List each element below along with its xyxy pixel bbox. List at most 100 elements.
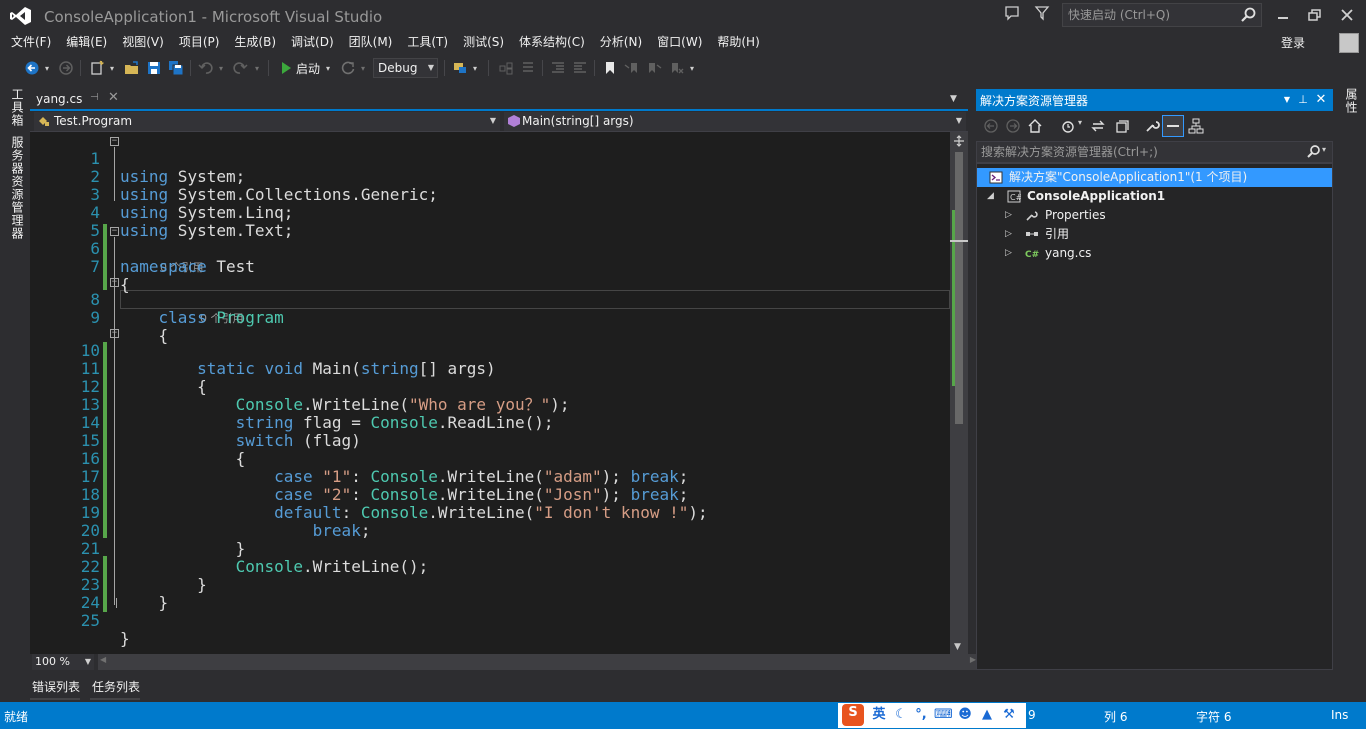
server-explorer-tab[interactable]: 服务器资源管理器: [9, 136, 26, 240]
code-editor[interactable]: − − − − 0 个引用 0 个引用 1 using System; 2 us…: [50, 132, 950, 654]
quick-launch[interactable]: [1062, 3, 1262, 27]
se-back-icon[interactable]: [984, 119, 998, 136]
search-options-icon[interactable]: ▾: [1322, 145, 1326, 154]
solution-explorer-search-input[interactable]: [977, 142, 1297, 162]
pending-changes-filter-icon[interactable]: [1060, 118, 1076, 137]
quick-launch-input[interactable]: [1063, 4, 1239, 26]
moon-icon[interactable]: ☾: [892, 706, 910, 724]
open-file-icon[interactable]: [122, 58, 142, 78]
expanded-arrow-icon[interactable]: ◢: [987, 187, 994, 206]
active-files-dropdown-icon[interactable]: ▼: [950, 94, 957, 104]
ime-settings-wrench-icon[interactable]: ⚒: [1000, 706, 1018, 724]
tree-item-properties[interactable]: ▷ Properties: [977, 206, 1332, 225]
menu-help[interactable]: 帮助(H): [710, 32, 767, 54]
properties-wrench-icon[interactable]: [1144, 118, 1160, 137]
restart-dropdown-icon[interactable]: ▾: [358, 58, 368, 78]
redo-dropdown-icon[interactable]: ▾: [252, 58, 262, 78]
menu-view[interactable]: 视图(V): [115, 32, 172, 54]
undo-icon[interactable]: [196, 58, 216, 78]
close-panel-icon[interactable]: ✕: [1314, 92, 1328, 108]
member-dropdown[interactable]: Main(string[] args) ▼: [504, 112, 966, 131]
find-dropdown-icon[interactable]: ▾: [470, 58, 480, 78]
navigate-forward-icon[interactable]: [56, 58, 76, 78]
se-forward-icon[interactable]: [1006, 119, 1020, 136]
filter-icon[interactable]: [1032, 5, 1052, 25]
collapsed-arrow-icon[interactable]: ▷: [1005, 225, 1012, 244]
tree-item-file[interactable]: ▷ C# yang.cs: [977, 244, 1332, 263]
tree-item-project[interactable]: ◢ C# ConsoleApplication1: [977, 187, 1332, 206]
start-dropdown-icon[interactable]: ▾: [326, 64, 330, 73]
restart-icon[interactable]: [338, 58, 358, 78]
window-position-icon[interactable]: ▼: [1280, 92, 1294, 108]
tree-item-references[interactable]: ▷ 引用: [977, 225, 1332, 244]
editor-vertical-scrollbar[interactable]: ▼: [950, 132, 968, 654]
toolbar-options-icon[interactable]: ▾: [686, 58, 698, 78]
back-dropdown-icon[interactable]: ▾: [42, 58, 52, 78]
collapse-all-icon[interactable]: [1114, 118, 1130, 137]
menu-file[interactable]: 文件(F): [4, 32, 59, 54]
punctuation-icon[interactable]: °,: [912, 706, 930, 724]
next-bookmark-icon[interactable]: [644, 58, 664, 78]
scroll-down-icon[interactable]: ▼: [954, 642, 961, 652]
document-tab-yang-cs[interactable]: yang.cs ⊣ ✕: [30, 89, 126, 109]
user-icon[interactable]: ☻: [956, 706, 974, 724]
menu-edit[interactable]: 编辑(E): [59, 32, 115, 54]
navigate-back-icon[interactable]: [22, 58, 42, 78]
home-icon[interactable]: [1027, 118, 1043, 137]
collapsed-arrow-icon[interactable]: ▷: [1005, 244, 1012, 263]
find-in-files-icon[interactable]: [450, 58, 470, 78]
close-button[interactable]: [1334, 4, 1360, 26]
properties-tab[interactable]: 属性: [1343, 88, 1360, 114]
split-icon[interactable]: [950, 134, 968, 148]
solution-configuration-select[interactable]: Debug ▼: [373, 58, 438, 78]
undo-dropdown-icon[interactable]: ▾: [216, 58, 226, 78]
feedback-icon[interactable]: [1002, 5, 1022, 25]
menu-debug[interactable]: 调试(D): [284, 32, 342, 54]
menu-analyze[interactable]: 分析(N): [593, 32, 650, 54]
pin-icon[interactable]: ⊣: [90, 92, 99, 103]
save-icon[interactable]: [144, 58, 164, 78]
sogou-ime-icon[interactable]: S: [842, 704, 864, 726]
redo-icon[interactable]: [230, 58, 250, 78]
skin-shirt-icon[interactable]: ▲: [978, 706, 996, 724]
auto-hide-pin-icon[interactable]: ⊥: [1296, 92, 1310, 108]
ime-language-toggle[interactable]: 英: [870, 706, 888, 724]
minimize-button[interactable]: [1270, 4, 1296, 26]
menu-tools[interactable]: 工具(T): [400, 32, 456, 54]
menu-test[interactable]: 测试(S): [456, 32, 512, 54]
solution-explorer-titlebar[interactable]: 解决方案资源管理器 ▼ ⊥ ✕: [976, 89, 1333, 111]
menu-project[interactable]: 项目(P): [172, 32, 228, 54]
task-list-tab[interactable]: 任务列表: [92, 678, 140, 695]
bookmark-icon[interactable]: [600, 58, 620, 78]
solution-explorer-search[interactable]: ▾: [976, 141, 1333, 163]
close-tab-icon[interactable]: ✕: [108, 90, 119, 105]
login-link[interactable]: 登录: [1281, 34, 1305, 51]
menu-architecture[interactable]: 体系结构(C): [512, 32, 593, 54]
search-icon[interactable]: [1305, 144, 1321, 160]
menu-window[interactable]: 窗口(W): [650, 32, 710, 54]
account-avatar-icon[interactable]: [1339, 33, 1359, 53]
clear-bookmarks-icon[interactable]: [666, 58, 686, 78]
start-debugging-button[interactable]: 启动 ▾: [274, 58, 336, 78]
new-dropdown-icon[interactable]: ▾: [107, 58, 117, 78]
keyboard-icon[interactable]: ⌨: [934, 706, 953, 724]
search-icon[interactable]: [1239, 6, 1257, 24]
zoom-select[interactable]: 100 % ▼: [32, 654, 94, 670]
menu-build[interactable]: 生成(B): [227, 32, 284, 54]
ime-toolbar[interactable]: S 英 ☾ °, ⌨ ☻ ▲ ⚒: [838, 703, 1026, 728]
decrease-indent-icon[interactable]: [548, 58, 568, 78]
save-all-icon[interactable]: [166, 58, 186, 78]
previous-bookmark-icon[interactable]: [622, 58, 642, 78]
editor-horizontal-scrollbar[interactable]: ◀ ▶: [98, 654, 978, 670]
tree-item-solution[interactable]: 解决方案"ConsoleApplication1"(1 个项目): [977, 168, 1332, 187]
increase-indent-icon[interactable]: [570, 58, 590, 78]
new-project-icon[interactable]: [87, 58, 107, 78]
class-view-icon[interactable]: [496, 58, 516, 78]
toolbox-tab[interactable]: 工具箱: [9, 88, 26, 127]
filter-dropdown-icon[interactable]: ▾: [1078, 118, 1082, 127]
restore-button[interactable]: [1302, 4, 1328, 26]
show-all-files-icon[interactable]: [1162, 115, 1184, 137]
sync-with-document-icon[interactable]: [1090, 118, 1106, 137]
menu-team[interactable]: 团队(M): [342, 32, 401, 54]
scroll-left-icon[interactable]: ◀: [100, 655, 106, 664]
